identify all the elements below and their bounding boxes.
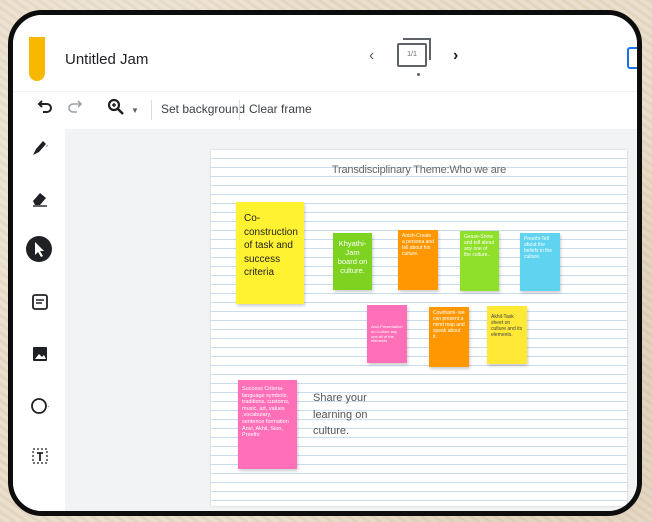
text-box-icon[interactable]: [29, 445, 51, 467]
sticky-note[interactable]: Khyathi-Jam board on culture.: [333, 233, 372, 290]
tool-sidebar: [13, 129, 66, 511]
set-background-button[interactable]: Set background: [161, 102, 245, 116]
sticky-note-icon[interactable]: [29, 291, 51, 313]
jam-title[interactable]: Untitled Jam: [65, 51, 148, 68]
zoom-icon[interactable]: [107, 98, 125, 119]
sticky-note[interactable]: Success Criteria- language symbols, trad…: [238, 380, 297, 469]
redo-icon[interactable]: [67, 98, 83, 119]
share-button-partial[interactable]: [627, 47, 637, 69]
clear-frame-button[interactable]: Clear frame: [249, 102, 312, 116]
sticky-note[interactable]: Anish-Create a persona and tell about hi…: [398, 230, 438, 290]
toolbar-divider: [151, 100, 152, 120]
board-title[interactable]: Transdisciplinary Theme:Who we are: [211, 164, 627, 176]
frame-counter-button[interactable]: 1/1: [397, 38, 431, 67]
frame-indicator-dot: [417, 73, 420, 76]
device-frame: Untitled Jam ‹ 1/1 › ▼ Set background Cl…: [8, 10, 642, 516]
next-frame-button[interactable]: ›: [453, 47, 458, 65]
sticky-note[interactable]: Anvi-Presentation on Culture any one all…: [367, 305, 407, 363]
sticky-note[interactable]: Preethi-Tell about the beliefs in the cu…: [520, 233, 560, 291]
toolbar-divider: [239, 100, 240, 120]
toolbar: ▼ Set background Clear frame: [13, 91, 637, 131]
jamboard-logo: [29, 37, 45, 81]
zoom-dropdown-icon[interactable]: ▼: [131, 106, 139, 115]
select-arrow-icon[interactable]: [25, 235, 53, 263]
previous-frame-button[interactable]: ‹: [369, 47, 374, 65]
pen-icon[interactable]: [29, 137, 51, 159]
circle-shape-icon[interactable]: [29, 395, 51, 417]
eraser-icon[interactable]: [29, 187, 51, 209]
sticky-note[interactable]: Co-construction of task and success crit…: [236, 202, 304, 304]
share-learning-text[interactable]: Share your learning on culture.: [313, 390, 383, 440]
sticky-note[interactable]: Akhil-Task sheet on culture and its elem…: [487, 306, 527, 364]
app-header: Untitled Jam ‹ 1/1 ›: [13, 15, 637, 91]
image-icon[interactable]: [29, 343, 51, 365]
sticky-note[interactable]: Gease-Show and tell about any one of the…: [460, 231, 499, 291]
jam-frame-board[interactable]: Transdisciplinary Theme:Who we are Co-co…: [211, 150, 627, 506]
undo-icon[interactable]: [37, 98, 53, 119]
sticky-note[interactable]: Cowthami- we can present a mind map and …: [429, 307, 469, 367]
